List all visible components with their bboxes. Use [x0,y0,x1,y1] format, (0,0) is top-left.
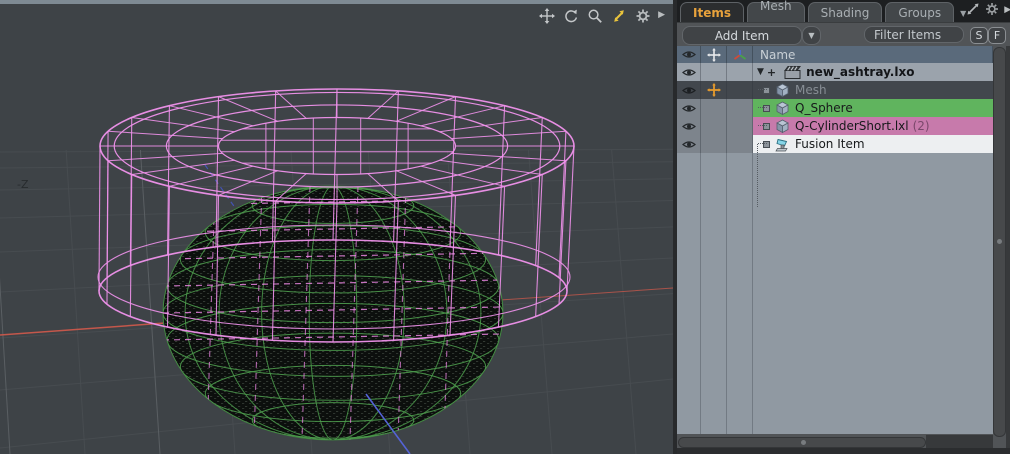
viewport-canvas[interactable]: -Z [0,0,673,454]
axis-cell[interactable] [727,99,753,117]
visibility-column-header[interactable] [677,46,701,63]
mesh-cube-icon [775,119,790,134]
transform-cross-icon-active [707,83,721,97]
viewport-3d[interactable]: -Z ▶ [0,0,673,454]
item-name-cell[interactable]: Q_Sphere [753,99,993,117]
viewport-toolbar: ▶ [538,7,665,24]
item-label: Q_Sphere [795,101,853,115]
name-column-header[interactable]: Name [753,46,993,63]
panel-toolbar: Add Item ▼ Filter Items S F [677,22,1010,47]
viewport-top-strip [0,0,673,4]
list-item-fusion[interactable]: Fusion Item [677,135,993,153]
axis-cell[interactable] [727,63,753,81]
panel-tab-bar: Items Mesh ... Shading Groups ▼ ▶ [677,0,1010,22]
column-separator [726,153,727,434]
visibility-toggle[interactable] [677,81,701,99]
expand-plus-icon[interactable]: + [767,66,776,79]
axis-cell[interactable] [727,117,753,135]
list-item-q-sphere[interactable]: Q_Sphere [677,99,993,117]
add-item-button[interactable]: Add Item [682,26,802,45]
tab-groups[interactable]: Groups [885,2,954,22]
panel-bottom-edge [677,448,1010,454]
item-name-cell[interactable]: Fusion Item [753,135,993,153]
move-icon[interactable] [538,7,555,24]
transform-cross-icon [707,48,721,62]
items-panel: Items Mesh ... Shading Groups ▼ ▶ Add It… [677,0,1010,454]
tab-shading[interactable]: Shading [808,2,883,22]
filter-mode-button[interactable]: F [988,27,1006,44]
tab-items[interactable]: Items [680,2,744,22]
item-label: new_ashtray.lxo [806,65,914,79]
item-name-cell[interactable]: Mesh [753,81,993,99]
viewport-more-arrow-icon[interactable]: ▶ [658,11,665,20]
eye-icon [682,86,696,95]
item-list-header: Name [677,46,993,63]
transform-cell[interactable] [701,63,727,81]
eye-icon [682,50,696,59]
scene-clapperboard-icon [784,66,801,79]
list-item-q-cylindershort[interactable]: Q-CylinderShort.lxl (2) [677,117,993,135]
transform-cell[interactable] [701,117,727,135]
filter-items-input[interactable]: Filter Items [864,26,964,43]
eye-icon [682,122,696,131]
axis-cell[interactable] [727,81,753,99]
scrollbar-knob[interactable] [997,239,1002,244]
collapse-caret-icon[interactable]: ▼ [757,67,764,77]
panel-gear-icon[interactable] [985,1,999,20]
search-mode-button[interactable]: S [970,27,988,44]
scrollbar-corner [926,435,993,448]
zoom-icon[interactable] [586,7,603,24]
tree-bullet [763,141,770,148]
transform-cell[interactable] [701,81,727,99]
axis-cell[interactable] [727,135,753,153]
item-label: Fusion Item [795,137,865,151]
mesh-cube-icon [775,83,790,98]
panel-right-edge [1006,46,1010,448]
tab-mesh-ops[interactable]: Mesh ... [747,2,805,22]
fusion-item-icon [775,137,790,152]
vertical-scrollbar[interactable] [993,47,1006,437]
list-item-scene[interactable]: ▼ + new_ashtray.lxo [677,63,993,81]
mesh-cube-icon [775,101,790,116]
tree-bullet [763,123,770,130]
rotate-icon[interactable] [562,7,579,24]
list-item-mesh[interactable]: Mesh [677,81,993,99]
panel-more-arrow-icon[interactable]: ▶ [1004,6,1010,15]
add-item-dropdown-button[interactable]: ▼ [802,26,821,45]
item-list: ▼ + new_ashtray.lxo [677,63,993,153]
scrollbar-knob[interactable] [801,440,806,445]
transform-column-header[interactable] [701,46,727,63]
visibility-toggle[interactable] [677,99,701,117]
eye-icon [682,68,696,77]
eye-icon [682,104,696,113]
item-name-cell[interactable]: Q-CylinderShort.lxl (2) [753,117,993,135]
tree-bullet [763,87,770,94]
eye-icon [682,140,696,149]
transform-cell[interactable] [701,99,727,117]
instance-count-badge: (2) [913,119,930,133]
axis-tripod-icon [733,49,747,61]
gear-icon[interactable] [634,7,651,24]
item-name-cell[interactable]: ▼ + new_ashtray.lxo [753,63,993,81]
axis-label-negative-z: -Z [17,178,29,191]
horizontal-scrollbar[interactable] [678,437,926,448]
tree-bullet [763,105,770,112]
visibility-toggle[interactable] [677,117,701,135]
axis-column-header[interactable] [727,46,753,63]
transform-cell[interactable] [701,135,727,153]
visibility-toggle[interactable] [677,63,701,81]
application-window: -Z ▶ [0,0,1010,454]
maximize-icon[interactable] [610,7,627,24]
panel-expand-icon[interactable] [966,1,980,20]
item-list-empty-area[interactable] [677,153,993,434]
column-separator [700,153,701,434]
visibility-toggle[interactable] [677,135,701,153]
item-label: Mesh [795,83,827,97]
item-label: Q-CylinderShort.lxl [795,119,909,133]
column-separator [752,153,753,434]
